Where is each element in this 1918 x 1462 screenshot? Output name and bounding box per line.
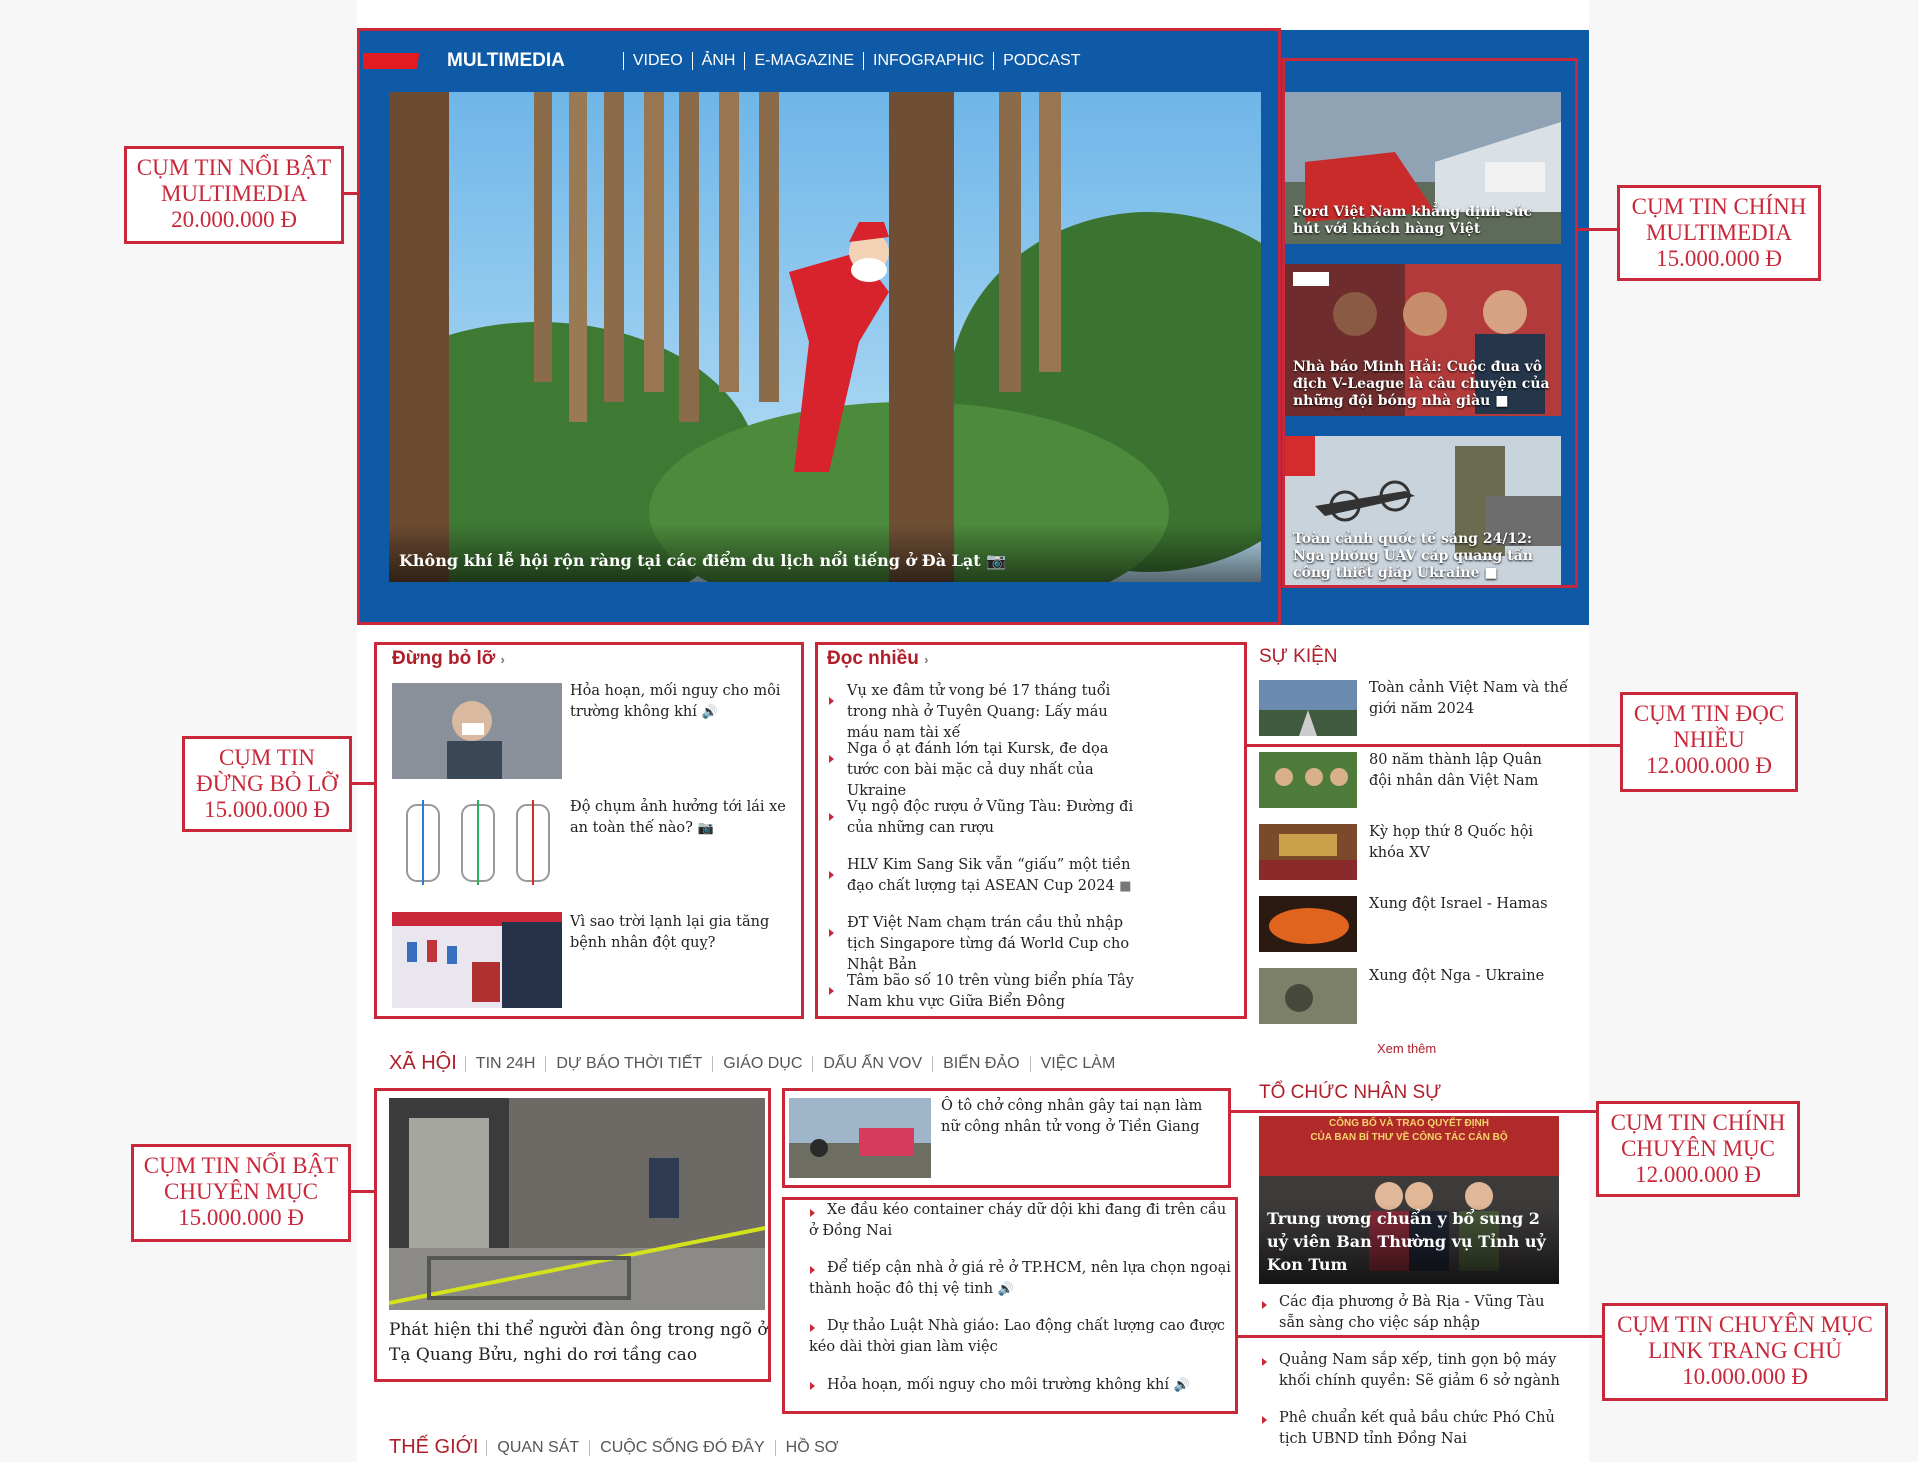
- su-kien-item[interactable]: Toàn cảnh Việt Nam và thế giới năm 2024: [1369, 678, 1569, 720]
- su-kien-image-5[interactable]: [1259, 968, 1357, 1024]
- to-chuc-main-image[interactable]: CÔNG BỐ VÀ TRAO QUYẾT ĐỊNH CỦA BAN BÍ TH…: [1259, 1116, 1559, 1284]
- to-chuc-link[interactable]: Quảng Nam sắp xếp, tinh gọn bộ máy khối …: [1279, 1350, 1569, 1392]
- the-gioi-nav: THẾ GIỚI QUAN SÁT CUỘC SỐNG ĐÓ ĐÂY HỒ SƠ: [389, 1436, 848, 1459]
- to-chuc-link[interactable]: Các địa phương ở Bà Rịa - Vũng Tàu sẵn s…: [1279, 1292, 1569, 1334]
- nav-tin-24h[interactable]: TIN 24H: [464, 1055, 546, 1072]
- su-kien-item[interactable]: Xung đột Israel - Hamas: [1369, 894, 1569, 915]
- callout-doc-nhieu: CỤM TIN ĐỌC NHIỀU 12.000.000 Đ: [1620, 692, 1798, 792]
- nav-quan-sat[interactable]: QUAN SÁT: [486, 1439, 589, 1456]
- nav-cuoc-song-do-day[interactable]: CUỘC SỐNG ĐÓ ĐÂY: [589, 1439, 774, 1456]
- frame-dung-bo-lo: [374, 642, 804, 1019]
- xa-hoi-nav: XÃ HỘI TIN 24H DỰ BÁO THỜI TIẾT GIÁO DỤC…: [389, 1052, 1125, 1075]
- callout-multimedia-main: CỤM TIN CHÍNH MULTIMEDIA 15.000.000 Đ: [1617, 185, 1821, 281]
- callout-xa-hoi-links: CỤM TIN CHUYÊN MỤC LINK TRANG CHỦ 10.000.0…: [1602, 1303, 1888, 1401]
- nav-bien-dao[interactable]: BIỂN ĐẢO: [932, 1055, 1029, 1072]
- frame-xa-hoi-links: [782, 1197, 1238, 1414]
- nav-du-bao-thoi-tiet[interactable]: DỰ BÁO THỜI TIẾT: [545, 1055, 712, 1072]
- frame-xa-hoi-featured: [374, 1088, 771, 1382]
- frame-multimedia-main: [1282, 58, 1578, 588]
- nav-giao-duc[interactable]: GIÁO DỤC: [712, 1055, 812, 1072]
- xa-hoi-heading[interactable]: XÃ HỘI: [389, 1052, 457, 1075]
- su-kien-item[interactable]: Kỳ họp thứ 8 Quốc hội khóa XV: [1369, 822, 1569, 864]
- the-gioi-heading[interactable]: THẾ GIỚI: [389, 1436, 478, 1459]
- callout-xa-hoi-main: CỤM TIN CHÍNH CHUYÊN MỤC 12.000.000 Đ: [1596, 1101, 1800, 1197]
- nav-viec-lam[interactable]: VIỆC LÀM: [1029, 1055, 1126, 1072]
- banner-sub-text: CỦA BAN BÍ THƯ VỀ CÔNG TÁC CÁN BỘ: [1310, 1132, 1508, 1143]
- nav-dau-an-vov[interactable]: DẤU ẤN VOV: [812, 1055, 932, 1072]
- frame-multimedia-featured: [357, 28, 1281, 625]
- su-kien-image-1[interactable]: [1259, 680, 1357, 736]
- su-kien-heading[interactable]: SỰ KIỆN: [1259, 646, 1338, 668]
- su-kien-image-4[interactable]: [1259, 896, 1357, 952]
- to-chuc-main-title: Trung ương chuẩn y bổ sung 2 uỷ viên Ban…: [1267, 1209, 1546, 1274]
- to-chuc-link[interactable]: Phê chuẩn kết quả bầu chức Phó Chủ tịch …: [1279, 1408, 1569, 1450]
- callout-dung-bo-lo: CỤM TIN ĐỪNG BỎ LỠ 15.000.000 Đ: [182, 736, 352, 832]
- su-kien-item[interactable]: 80 năm thành lập Quân đội nhân dân Việt …: [1369, 750, 1569, 792]
- frame-xa-hoi-main: [782, 1088, 1231, 1188]
- callout-multimedia-featured: CỤM TIN NỔI BẬT MULTIMEDIA 20.000.000 Đ: [124, 146, 344, 244]
- su-kien-item[interactable]: Xung đột Nga - Ukraine: [1369, 966, 1569, 987]
- to-chuc-heading[interactable]: TỔ CHỨC NHÂN SỰ: [1259, 1082, 1441, 1104]
- frame-doc-nhieu: [815, 642, 1247, 1019]
- bullet-icon: [1262, 1416, 1267, 1424]
- nav-ho-so[interactable]: HỒ SƠ: [774, 1439, 849, 1456]
- su-kien-image-3[interactable]: [1259, 824, 1357, 880]
- bullet-icon: [1262, 1358, 1267, 1366]
- callout-xa-hoi-featured: CỤM TIN NỔI BẬT CHUYÊN MỤC 15.000.000 Đ: [131, 1144, 351, 1242]
- bullet-icon: [1262, 1301, 1267, 1309]
- su-kien-image-2[interactable]: [1259, 752, 1357, 808]
- xem-them-link[interactable]: Xem thêm: [1377, 1041, 1436, 1056]
- banner-top-text: CÔNG BỐ VÀ TRAO QUYẾT ĐỊNH: [1328, 1118, 1489, 1129]
